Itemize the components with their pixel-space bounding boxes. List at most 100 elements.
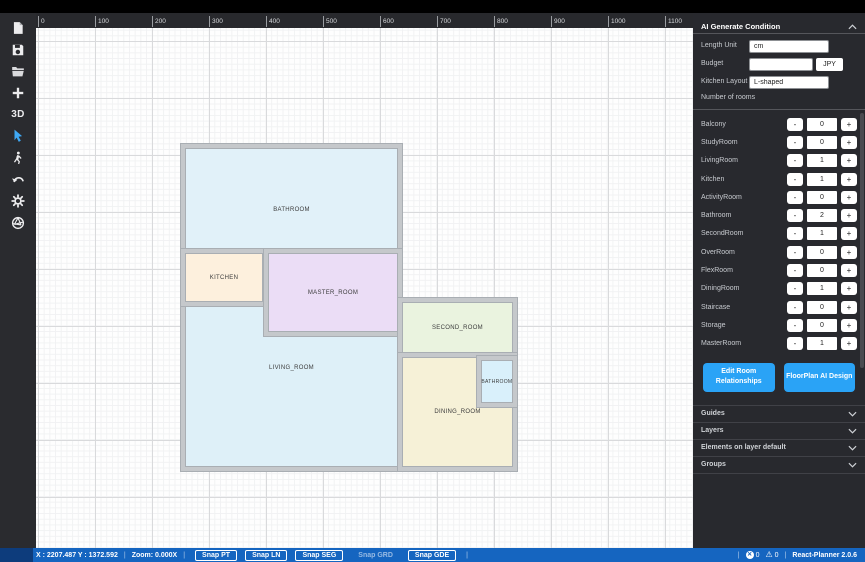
increment-button[interactable]: + [841,154,857,168]
save-icon[interactable] [0,39,36,61]
decrement-button[interactable]: - [787,117,803,131]
app-version: React-Planner 2.0.6 [792,551,857,559]
floorplan-ai-design-button[interactable]: FloorPlan AI Design [783,362,855,392]
chevron-down-icon [848,445,857,451]
aperture-world-icon[interactable] [0,212,36,234]
increment-button[interactable]: + [841,135,857,149]
new-file-icon[interactable] [0,17,36,39]
first-person-walk-icon[interactable] [0,147,36,169]
panel-scrollbar[interactable] [860,113,864,368]
counter-label: OverRoom [701,248,735,256]
decrement-button[interactable]: - [787,264,803,278]
counter-label: DiningRoom [701,285,740,293]
panel-title: AI Generate Condition [701,22,781,31]
section-layers[interactable]: Layers [693,421,865,439]
room-master[interactable]: MASTER_ROOM [264,249,402,336]
increment-button[interactable]: + [841,190,857,204]
error-count: 0 [755,551,760,559]
counter-value: 0 [807,190,837,204]
warnings-icon: ⚠ [765,550,773,559]
counter-row-overroom: OverRoom -0 + [701,243,857,261]
3d-view-icon[interactable]: 3D [0,104,36,126]
room-kitchen[interactable]: KITCHEN [181,249,267,306]
room-label: LIVING_ROOM [269,365,314,371]
decrement-button[interactable]: - [787,227,803,241]
decrement-button[interactable]: - [787,337,803,351]
undo-icon[interactable] [0,169,36,191]
open-folder-icon[interactable] [0,60,36,82]
decrement-button[interactable]: - [787,318,803,332]
section-label: Guides [701,410,725,418]
increment-button[interactable]: + [841,264,857,278]
panel-header-ai-generate[interactable]: AI Generate Condition [693,20,865,34]
section-label: Layers [701,427,724,435]
increment-button[interactable]: + [841,245,857,259]
length-unit-input[interactable] [749,40,829,53]
snap-gde-toggle[interactable]: Snap GDE [407,549,457,561]
status-bar: X : 2207.487 Y : 1372.592 Zoom: 0.000X S… [0,548,865,562]
decrement-button[interactable]: - [787,135,803,149]
room-label: BATHROOM [273,206,310,213]
statusbar-corner [0,548,33,562]
increment-button[interactable]: + [841,282,857,296]
counter-label: Balcony [701,120,726,128]
snap-pt-toggle[interactable]: Snap PT [195,549,238,561]
increment-button[interactable]: + [841,318,857,332]
edit-room-relationships-button[interactable]: Edit Room Relationships [703,362,775,392]
decrement-button[interactable]: - [787,245,803,259]
ruler-tick: 200 [152,16,166,27]
divider [738,552,740,559]
ruler-tick: 1100 [665,16,682,27]
decrement-button[interactable]: - [787,190,803,204]
counter-row-masterroom: MasterRoom -1 + [701,335,857,353]
section-groups[interactable]: Groups [693,455,865,473]
decrement-button[interactable]: - [787,172,803,186]
divider [785,552,787,559]
snap-grd-toggle[interactable]: Snap GRD [351,550,400,561]
add-plus-icon[interactable] [0,82,36,104]
snap-ln-toggle[interactable]: Snap LN [245,549,288,561]
counter-value: 2 [807,209,837,223]
budget-input[interactable] [749,58,813,71]
counter-value: 1 [807,154,837,168]
room-bathroom-top[interactable]: BATHROOM [181,144,402,253]
ruler-tick: 400 [266,16,280,27]
room-label: BATHROOM [481,378,513,385]
counter-label: Bathroom [701,212,732,220]
room-bathroom-small[interactable]: BATHROOM [477,356,517,407]
ruler-tick: 600 [380,16,394,27]
increment-button[interactable]: + [841,227,857,241]
ruler-tick: 0 [38,16,45,27]
ruler-tick: 700 [437,16,451,27]
increment-button[interactable]: + [841,337,857,351]
room-label: MASTER_ROOM [307,289,359,296]
ruler-tick: 900 [551,16,565,27]
room-second[interactable]: SECOND_ROOM [398,298,517,357]
increment-button[interactable]: + [841,172,857,186]
length-unit-label: Length Unit [701,42,737,50]
kitchen-layout-input[interactable] [749,76,829,89]
cursor-coordinates: X : 2207.487 Y : 1372.592 [36,551,118,559]
room-label: SECOND_ROOM [432,324,483,331]
room-counters: Balcony -0 + StudyRoom -0 + LivingRoom -1 + Ki… [693,113,865,353]
decrement-button[interactable]: - [787,154,803,168]
section-guides[interactable]: Guides [693,404,865,422]
counter-row-activityroom: ActivityRoom -0 + [701,188,857,206]
snap-seg-toggle[interactable]: Snap SEG [295,549,344,561]
increment-button[interactable]: + [841,117,857,131]
counter-row-livingroom: LivingRoom -1 + [701,152,857,170]
decrement-button[interactable]: - [787,282,803,296]
section-elements-on-layer-default[interactable]: Elements on layer default [693,438,865,456]
counter-value: 1 [807,227,837,241]
counter-value: 0 [807,245,837,259]
increment-button[interactable]: + [841,300,857,314]
decrement-button[interactable]: - [787,209,803,223]
pointer-icon[interactable] [0,125,36,147]
increment-button[interactable]: + [841,209,857,223]
counter-label: StudyRoom [701,138,738,146]
chevron-down-icon [848,462,857,468]
grid-area[interactable]: LIVING_ROOM BATHROOM KITCHEN MASTER_ROOM… [36,28,693,548]
settings-gear-icon[interactable] [0,191,36,213]
decrement-button[interactable]: - [787,300,803,314]
drawing-canvas[interactable]: 0 100 200 300 400 500 600 700 800 900 10… [36,13,693,548]
